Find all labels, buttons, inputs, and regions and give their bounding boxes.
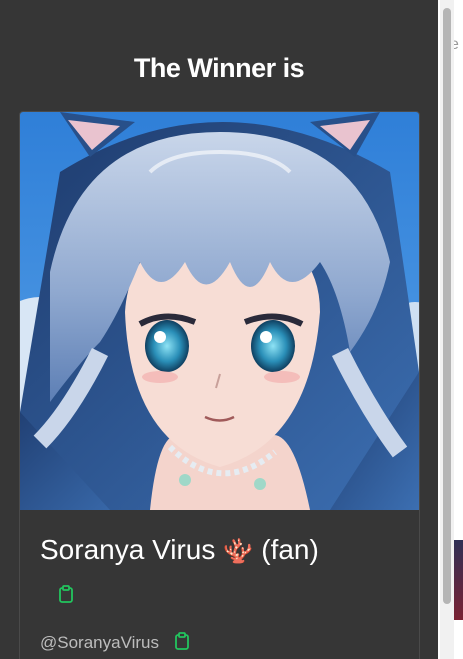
scrollbar[interactable] — [440, 0, 454, 659]
coral-emoji-icon: 🪸 — [223, 538, 254, 565]
winner-tag: (fan) — [261, 534, 319, 565]
winner-card: Soranya Virus 🪸 (fan) @SoranyaVirus — [19, 111, 420, 659]
winner-handle: @SoranyaVirus — [40, 633, 159, 652]
winner-avatar-image — [20, 112, 419, 510]
winner-panel: The Winner is Soranya Virus 🪸 (fan) @Sor… — [0, 0, 438, 659]
scrollbar-thumb[interactable] — [443, 8, 451, 604]
winner-name: Soranya Virus — [40, 534, 216, 565]
winner-handle-row: @SoranyaVirus — [40, 631, 191, 654]
background-image-peek — [453, 540, 463, 620]
copy-handle-clipboard-icon[interactable] — [173, 631, 191, 651]
winner-title: The Winner is — [133, 53, 305, 83]
page: e The Winner is Soranya Virus 🪸 (fan) @S… — [0, 0, 463, 659]
copy-name-clipboard-icon[interactable] — [57, 584, 75, 604]
winner-name-row: Soranya Virus 🪸 (fan) — [40, 532, 319, 570]
